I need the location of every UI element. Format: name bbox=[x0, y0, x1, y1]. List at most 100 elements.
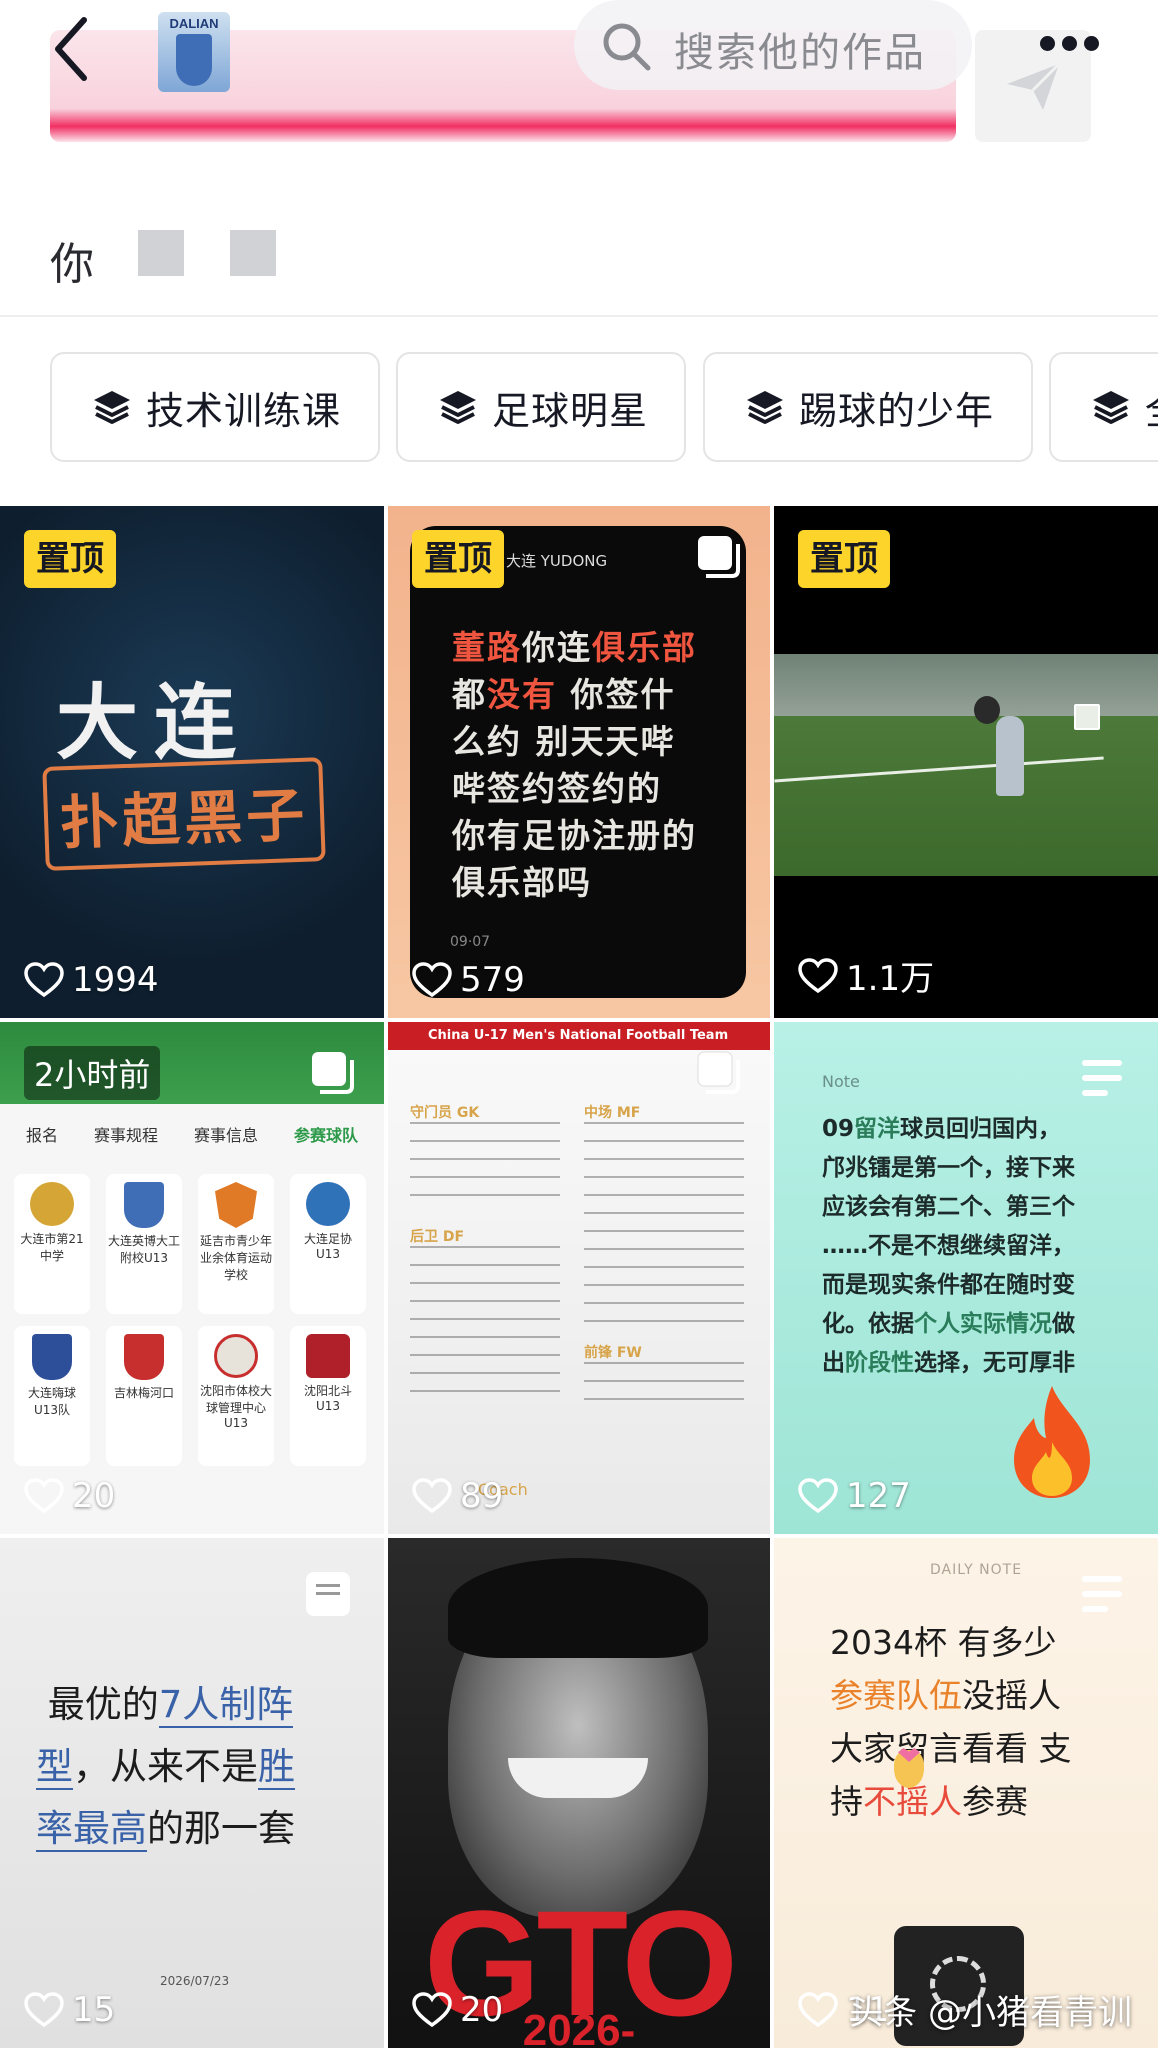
collection-chip[interactable]: 踢球的少年 bbox=[703, 352, 1033, 462]
avatar-tag: DALIAN bbox=[169, 16, 219, 31]
more-options-icon[interactable] bbox=[1040, 36, 1100, 56]
multi-image-icon bbox=[697, 1051, 740, 1094]
post-text-block: 09留洋球员回归国内， 邝兆镭是第一个，接下来 应该会有第二个、第三个 ……不是… bbox=[822, 1110, 1075, 1383]
collection-chip[interactable]: 技术训练课 bbox=[50, 352, 380, 462]
team-name: 沈阳市体校大球管理中心U13 bbox=[200, 1384, 273, 1430]
video-tile[interactable]: GTO 2026- 20 bbox=[388, 1538, 770, 2048]
roster-title: China U-17 Men's National Football Team bbox=[428, 1028, 728, 1043]
collection-chip[interactable]: 全 bbox=[1049, 352, 1158, 462]
screenshot-tab: 赛事规程 bbox=[93, 1126, 158, 1145]
team-logo-icon bbox=[306, 1182, 350, 1226]
post-text-line: 而是现实条件都在随时变 bbox=[822, 1272, 1075, 1298]
player-figure bbox=[996, 716, 1024, 796]
roster-section: 中场 MF bbox=[584, 1105, 641, 1121]
multi-image-icon bbox=[698, 536, 740, 578]
team-name: 沈阳北斗U13 bbox=[303, 1384, 352, 1413]
pinned-badge: 置顶 bbox=[24, 530, 116, 588]
collection-chips: 技术训练课 足球明星 踢球的少年 全 bbox=[0, 352, 1158, 468]
note-icon bbox=[1082, 1060, 1122, 1096]
team-name: 延吉市青少年业余体育运动学校 bbox=[200, 1234, 273, 1282]
club-crest-icon bbox=[176, 34, 212, 86]
like-count: 20 bbox=[24, 1476, 115, 1516]
post-text-line: 09留洋球员回归国内， bbox=[822, 1116, 1062, 1142]
top-bar: DALIAN 搜索他的作品 bbox=[0, 0, 1158, 160]
roster-section: 守门员 GK bbox=[410, 1105, 480, 1121]
post-text-line: 你有足协注册的 bbox=[452, 816, 697, 855]
post-text-block: 2034杯 有多少 参赛队伍没摇人 大家留言看看 支 持不摇人参赛 bbox=[830, 1616, 1072, 1828]
like-count: 89 bbox=[412, 1476, 503, 1516]
team-logo-icon bbox=[124, 1334, 164, 1380]
post-text-line: 大连 bbox=[56, 676, 253, 771]
watermark: 头条 @小猪看青训 bbox=[849, 1993, 1132, 2033]
search-input[interactable]: 搜索他的作品 bbox=[574, 0, 972, 90]
video-tile[interactable]: Note 09留洋球员回归国内， 邝兆镭是第一个，接下来 应该会有第二个、第三个… bbox=[774, 1022, 1158, 1534]
portrait-hair bbox=[448, 1558, 708, 1658]
video-tile[interactable]: 报名 赛事规程 赛事信息 参赛球队 大连市第21中学 大连英博大工附校U13 延… bbox=[0, 1022, 384, 1534]
football-pitch bbox=[774, 716, 1158, 876]
team-card: 大连英博大工附校U13 bbox=[106, 1174, 182, 1314]
post-text-line: 出阶段性选择，无可厚非 bbox=[822, 1350, 1075, 1376]
post-text-block: 最优的7人制阵 型，从来不是胜 率最高的那一套 bbox=[36, 1674, 295, 1860]
heart-icon bbox=[412, 1478, 452, 1514]
video-tile[interactable]: 最优的7人制阵 型，从来不是胜 率最高的那一套 2026/07/23 15 bbox=[0, 1538, 384, 2048]
note-label: Note bbox=[822, 1072, 860, 1091]
post-text-line: 应该会有第二个、第三个 bbox=[822, 1194, 1075, 1220]
avatar[interactable]: DALIAN bbox=[158, 12, 230, 92]
post-text-line: 持不摇人参赛 bbox=[830, 1782, 1028, 1821]
redacted-block bbox=[138, 230, 184, 276]
like-count-value: 1.1万 bbox=[846, 959, 935, 999]
team-name: 大连英博大工附校U13 bbox=[108, 1234, 181, 1265]
screenshot-tab: 报名 bbox=[25, 1126, 58, 1145]
collection-chip-label: 全 bbox=[1145, 380, 1158, 435]
back-arrow-icon[interactable] bbox=[50, 14, 100, 84]
team-logo-icon bbox=[214, 1334, 258, 1378]
post-text-line: 率最高的那一套 bbox=[36, 1807, 295, 1852]
collection-layers-icon bbox=[1093, 391, 1129, 424]
post-text-line: 大家留言看看 支 bbox=[830, 1729, 1072, 1768]
video-tile[interactable]: 置顶 1.1万 bbox=[774, 506, 1158, 1018]
time-badge: 2小时前 bbox=[24, 1046, 161, 1100]
send-icon bbox=[1007, 62, 1061, 110]
heart-icon bbox=[24, 1992, 64, 2028]
video-tile[interactable]: DAILY NOTE 2034杯 有多少 参赛队伍没摇人 大家留言看看 支 持不… bbox=[774, 1538, 1158, 2048]
note-icon bbox=[1082, 1576, 1122, 1612]
collection-layers-icon bbox=[747, 391, 783, 424]
video-tile[interactable]: 大连 扑超黑子 置顶 1994 bbox=[0, 506, 384, 1018]
redacted-block bbox=[230, 230, 276, 276]
roster-section: 前锋 FW bbox=[584, 1345, 642, 1361]
heart-icon bbox=[412, 962, 452, 998]
roster-list bbox=[584, 1362, 744, 1416]
heart-icon bbox=[798, 1992, 838, 2028]
video-tile[interactable]: China U-17 Men's National Football Team … bbox=[388, 1022, 770, 1534]
collection-layers-icon bbox=[440, 391, 476, 424]
post-text-line: 邝兆镭是第一个，接下来 bbox=[822, 1155, 1075, 1181]
screenshot-tabs: 报名 赛事规程 赛事信息 参赛球队 bbox=[8, 1104, 376, 1164]
like-count: 20 bbox=[412, 1990, 503, 2030]
roster-section: 后卫 DF bbox=[410, 1229, 465, 1245]
like-count-value: 579 bbox=[460, 960, 525, 1000]
collection-layers-icon bbox=[94, 391, 130, 424]
post-text-line: 么约 别天天哔 bbox=[452, 722, 676, 761]
team-name: 大连市第21中学 bbox=[20, 1232, 84, 1263]
like-count-value: 20 bbox=[72, 1476, 116, 1516]
post-date: 2026/07/23 bbox=[160, 1974, 230, 1988]
post-text-line: 参赛队伍没摇人 bbox=[830, 1676, 1061, 1715]
post-text-line: 最优的7人制阵 bbox=[36, 1683, 294, 1728]
roster-list bbox=[410, 1246, 560, 1396]
team-logo-icon bbox=[30, 1182, 74, 1226]
pinned-badge: 置顶 bbox=[798, 530, 890, 588]
team-card: 沈阳市体校大球管理中心U13 bbox=[198, 1326, 274, 1466]
like-count: 15 bbox=[24, 1990, 115, 2030]
post-text-line: 哔签约签约的 bbox=[452, 769, 662, 808]
like-count: 579 bbox=[412, 960, 525, 1000]
search-placeholder: 搜索他的作品 bbox=[674, 30, 926, 76]
collection-chip[interactable]: 足球明星 bbox=[396, 352, 686, 462]
like-count: 1.1万 bbox=[798, 951, 934, 1000]
post-date: 09·07 bbox=[450, 934, 491, 950]
like-count: 1994 bbox=[24, 960, 159, 1000]
video-tile[interactable]: 大连 YUDONG 董路你连俱乐部 都没有 你签什 么约 别天天哔 哔签约签约的… bbox=[388, 506, 770, 1018]
post-text-line: 2034杯 有多少 bbox=[830, 1623, 1057, 1662]
team-logo-icon bbox=[306, 1334, 350, 1378]
team-card: 大连市第21中学 bbox=[14, 1174, 90, 1314]
profile-name: 你 bbox=[50, 239, 94, 290]
